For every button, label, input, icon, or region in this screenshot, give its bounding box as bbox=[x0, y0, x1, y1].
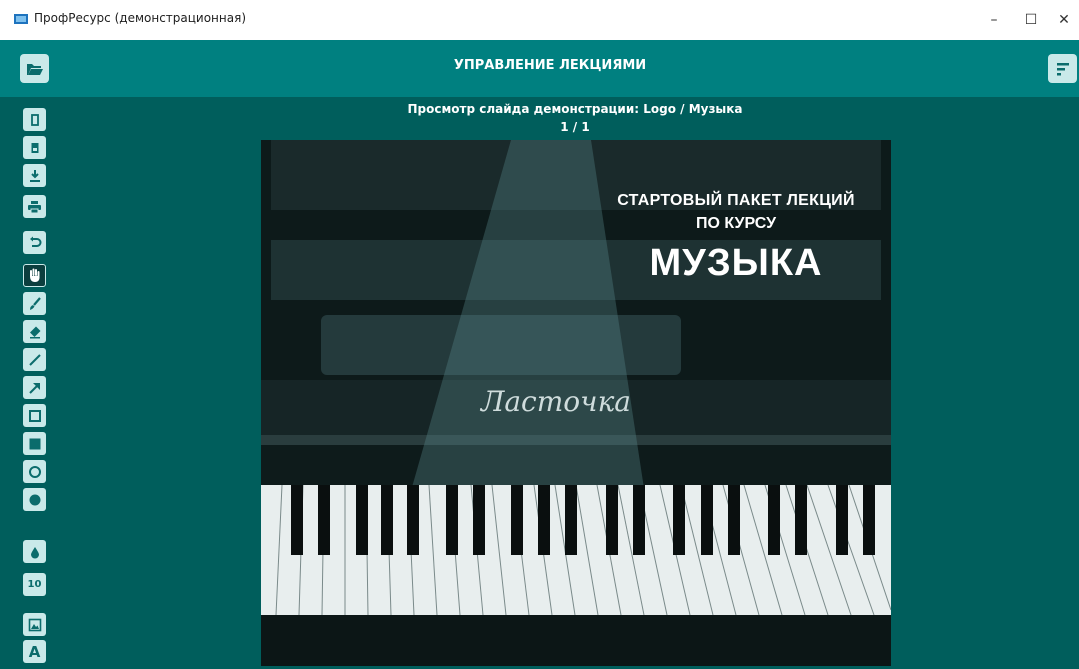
preview-title: Просмотр слайда демонстрации: Logo / Муз… bbox=[407, 102, 743, 116]
circle-outline-icon[interactable] bbox=[23, 460, 46, 483]
brush-icon[interactable] bbox=[23, 292, 46, 315]
arrow-icon[interactable] bbox=[23, 376, 46, 399]
close-button[interactable]: ✕ bbox=[1049, 6, 1079, 34]
text-tool-label: A bbox=[28, 642, 41, 661]
slide-main-title: МУЗЫКА bbox=[649, 242, 823, 284]
slide-heading-line2: ПО КУРСУ bbox=[695, 215, 777, 232]
window-title: ПрофРесурс (демонстрационная) bbox=[34, 11, 247, 25]
maximize-button[interactable]: ☐ bbox=[1016, 6, 1046, 34]
rectangle-outline-icon[interactable] bbox=[23, 404, 46, 427]
line-width-value: 10 bbox=[27, 579, 42, 590]
hand-pan-icon[interactable] bbox=[23, 264, 46, 287]
line-width-icon[interactable]: 10 bbox=[23, 573, 46, 596]
sort-menu-icon[interactable] bbox=[1048, 54, 1077, 83]
minimize-button[interactable]: – bbox=[979, 6, 1009, 34]
text-tool-icon[interactable]: A bbox=[23, 640, 46, 663]
insert-image-icon[interactable] bbox=[23, 613, 46, 636]
line-icon[interactable] bbox=[23, 348, 46, 371]
eraser-icon[interactable] bbox=[23, 320, 46, 343]
page-template-icon[interactable] bbox=[23, 136, 46, 159]
color-drop-icon[interactable] bbox=[23, 540, 46, 563]
slide-heading-line1: СТАРТОВЫЙ ПАКЕТ ЛЕКЦИЙ bbox=[617, 192, 855, 209]
main-area: 10 A Просмотр слайда демонстрации: Logo … bbox=[0, 97, 1079, 669]
circle-filled-icon[interactable] bbox=[23, 488, 46, 511]
download-icon[interactable] bbox=[23, 164, 46, 187]
app-window-icon bbox=[14, 14, 28, 24]
header-title: УПРАВЛЕНИЕ ЛЕКЦИЯМИ bbox=[453, 58, 647, 73]
page-indicator: 1 / 1 bbox=[560, 120, 590, 134]
app-header: УПРАВЛЕНИЕ ЛЕКЦИЯМИ bbox=[0, 40, 1079, 97]
undo-icon[interactable] bbox=[23, 231, 46, 254]
window-titlebar: ПрофРесурс (демонстрационная) – ☐ ✕ bbox=[0, 0, 1079, 40]
slide-image: Ласточка СТАРТОВЫЙ ПАКЕТ ЛЕКЦИЙ ПО КУРСУ… bbox=[261, 140, 891, 666]
rectangle-filled-icon[interactable] bbox=[23, 432, 46, 455]
print-icon[interactable] bbox=[23, 195, 46, 218]
piano-brand-logo: Ласточка bbox=[481, 385, 631, 418]
